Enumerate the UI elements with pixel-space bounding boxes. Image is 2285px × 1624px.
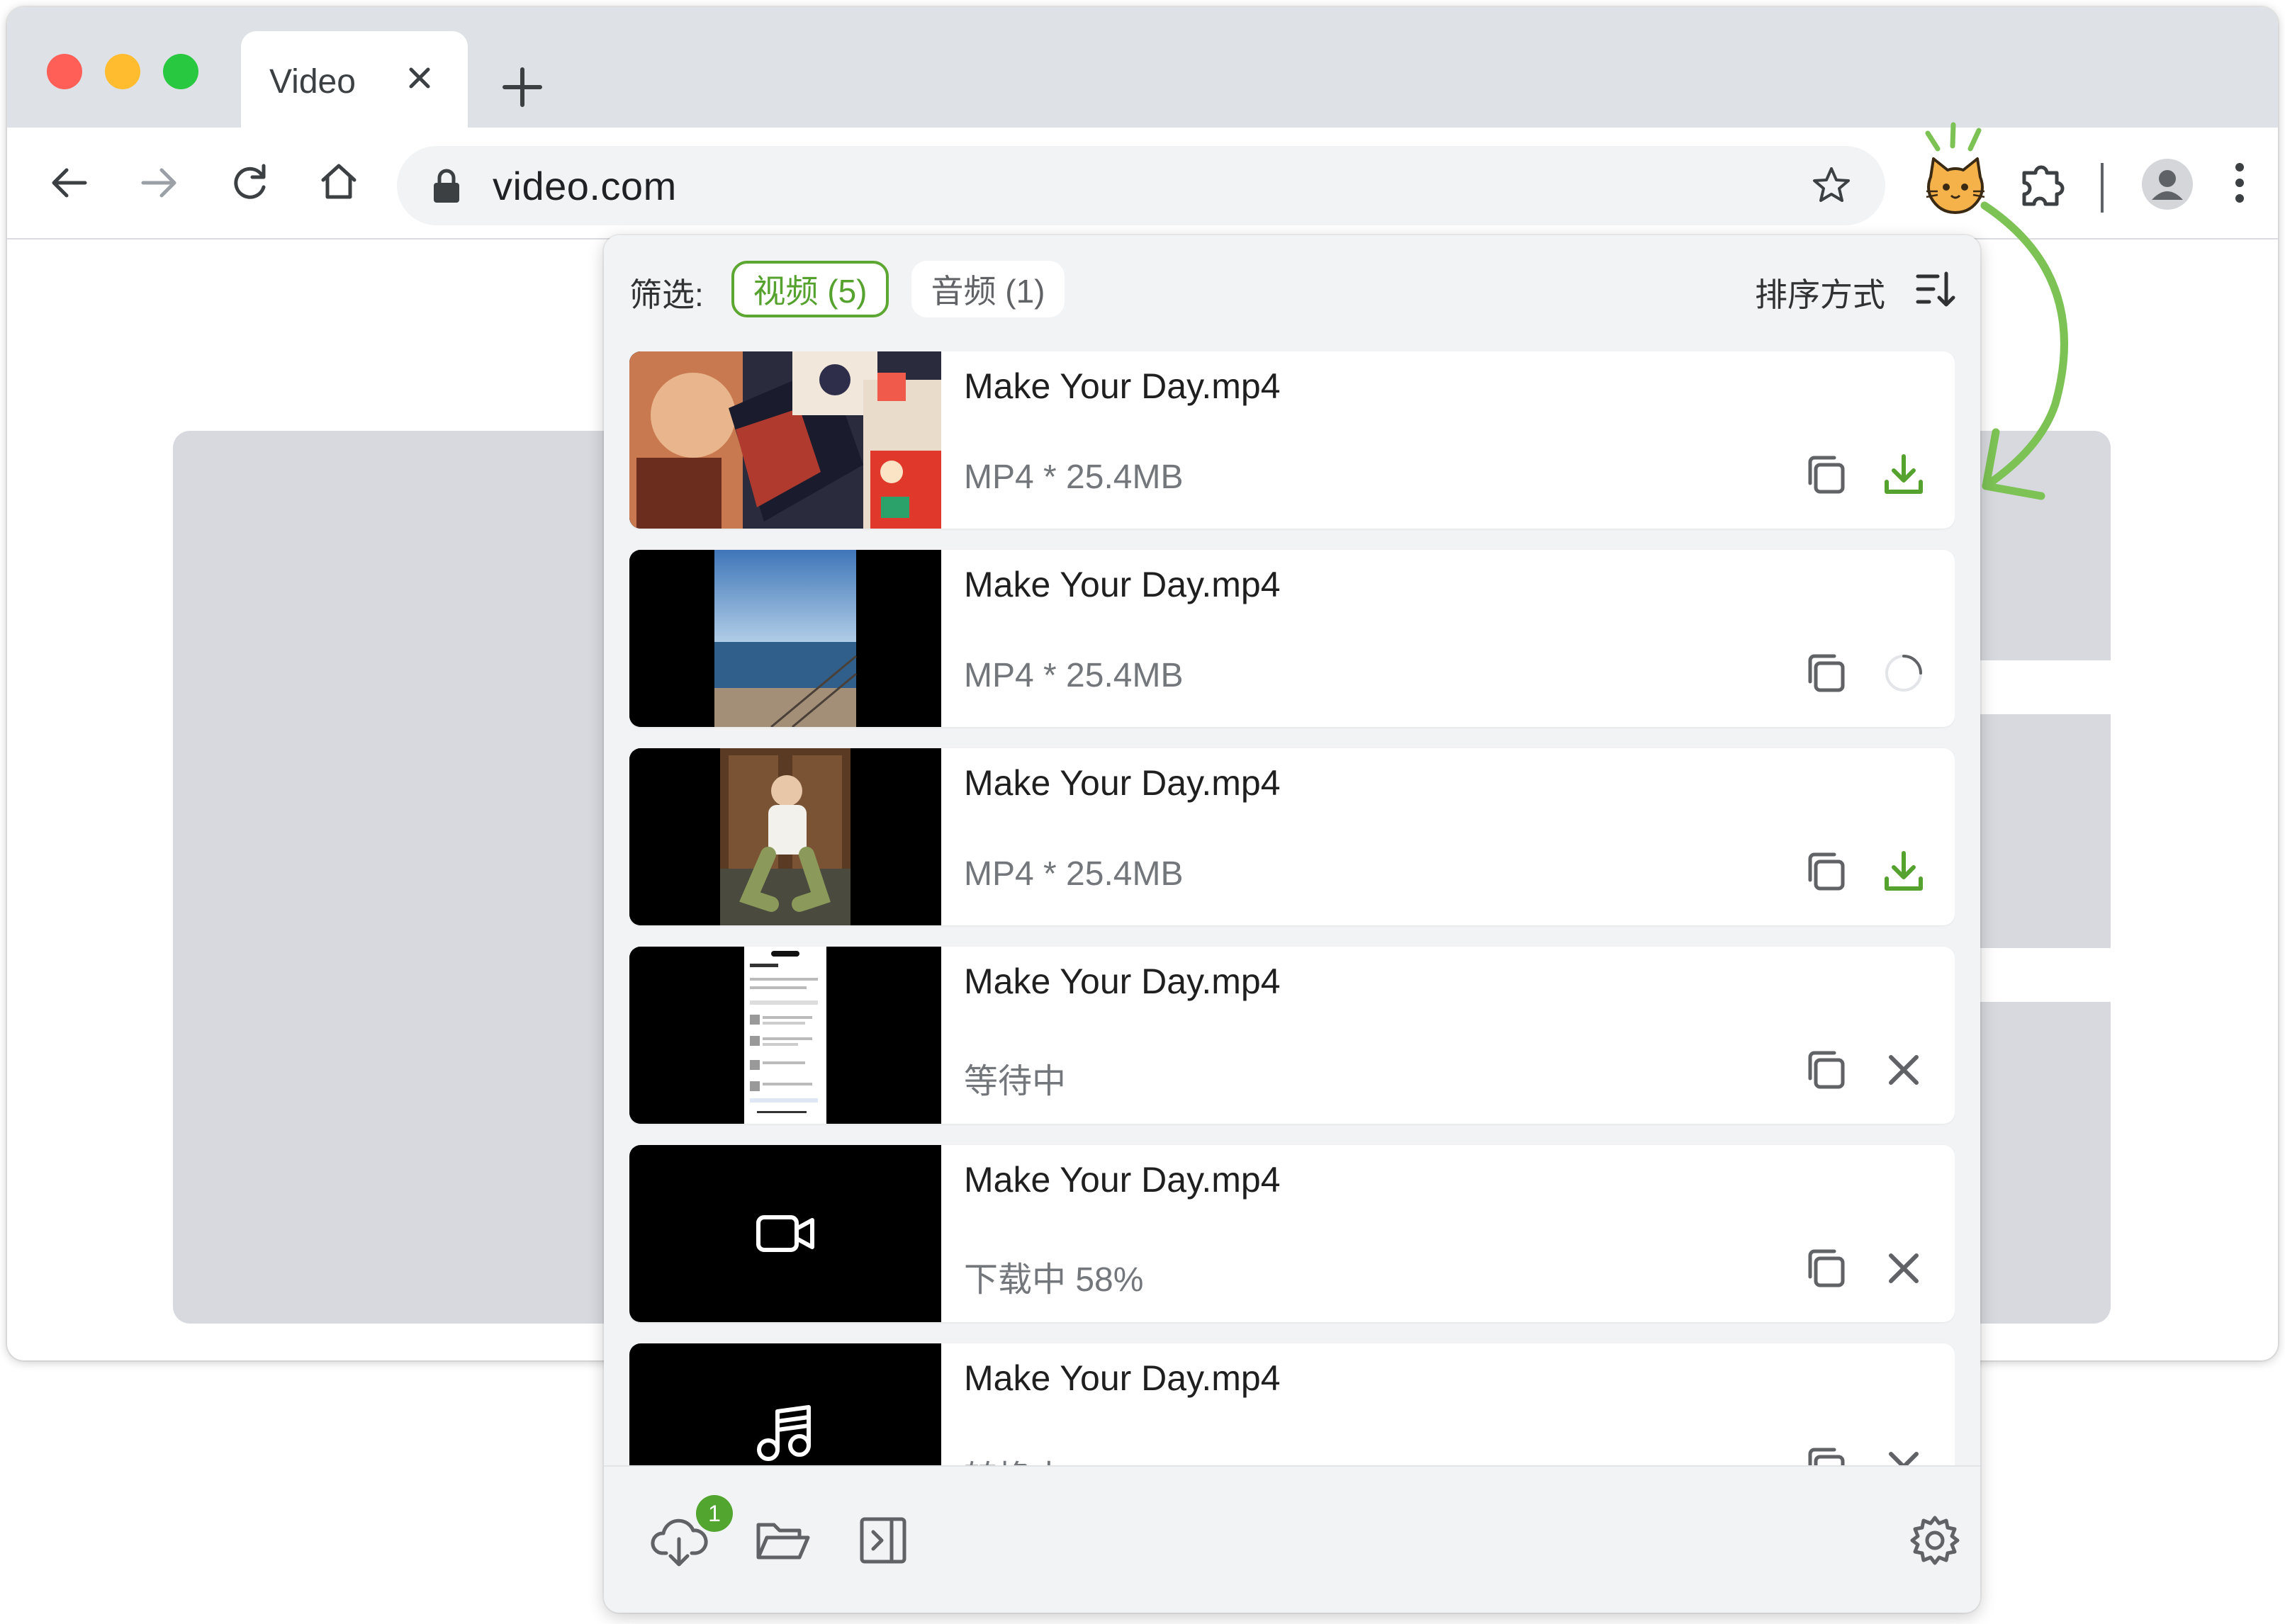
list-item: Make Your Day.mp4 MP4 * 25.4MB <box>629 550 1955 727</box>
item-title: Make Your Day.mp4 <box>964 1160 1281 1200</box>
window-minimize-button[interactable] <box>105 54 140 89</box>
copy-icon[interactable] <box>1802 649 1850 697</box>
audio-thumbnail[interactable] <box>629 1343 941 1465</box>
item-meta: MP4 * 25.4MB <box>964 855 1184 893</box>
video-camera-icon <box>754 1207 818 1260</box>
tab-title: Video <box>269 63 356 101</box>
copy-icon[interactable] <box>1802 451 1850 499</box>
tab-strip: Video <box>7 7 2278 128</box>
item-title: Make Your Day.mp4 <box>964 1358 1281 1398</box>
list-item: Make Your Day.mp4 MP4 * 25.4MB <box>629 351 1955 529</box>
window-close-button[interactable] <box>47 54 82 89</box>
folder-open-icon[interactable] <box>753 1511 812 1570</box>
list-item: Make Your Day.mp4 下载中 58% <box>629 1145 1955 1322</box>
list-item: Make Your Day.mp4 MP4 * 25.4MB <box>629 748 1955 925</box>
filter-video-chip[interactable]: 视频 (5) <box>731 261 889 317</box>
reload-icon[interactable] <box>227 160 272 205</box>
extension-popup: 筛选: 视频 (5) 音频 (1) 排序方式 Make Your Day.mp4… <box>604 235 1980 1613</box>
item-title: Make Your Day.mp4 <box>964 565 1281 604</box>
download-icon[interactable] <box>1880 451 1928 499</box>
sidebar-panel-icon[interactable] <box>853 1511 913 1570</box>
item-title: Make Your Day.mp4 <box>964 763 1281 803</box>
video-thumbnail[interactable] <box>629 550 941 727</box>
item-title: Make Your Day.mp4 <box>964 366 1281 406</box>
sort-label[interactable]: 排序方式 <box>1755 269 1885 316</box>
video-thumbnail[interactable] <box>629 1145 941 1322</box>
arrow-left-icon[interactable] <box>47 160 92 205</box>
music-note-icon <box>754 1403 818 1464</box>
user-avatar-icon[interactable] <box>2140 157 2194 211</box>
list-item: Make Your Day.mp4 等待中 <box>629 947 1955 1124</box>
item-status: 转换中 58% <box>964 1450 1143 1465</box>
url-text: video.com <box>493 164 677 208</box>
video-thumbnail[interactable] <box>629 748 941 925</box>
sort-icon[interactable] <box>1914 268 1956 310</box>
item-status: 等待中 <box>964 1063 1067 1100</box>
video-thumbnail[interactable] <box>629 351 941 529</box>
close-icon[interactable] <box>1880 1443 1928 1465</box>
arrow-right-icon[interactable] <box>136 160 181 205</box>
copy-icon[interactable] <box>1802 1443 1850 1465</box>
new-tab-icon[interactable] <box>498 62 547 112</box>
item-title: Make Your Day.mp4 <box>964 962 1281 1001</box>
copy-icon[interactable] <box>1802 847 1850 896</box>
copy-icon[interactable] <box>1802 1244 1850 1292</box>
close-tab-icon[interactable] <box>398 57 441 99</box>
settings-gear-icon[interactable] <box>1905 1511 1965 1570</box>
filter-audio-chip[interactable]: 音频 (1) <box>911 261 1065 317</box>
item-meta: MP4 * 25.4MB <box>964 657 1184 694</box>
copy-icon[interactable] <box>1802 1046 1850 1094</box>
item-status: 下载中 58% <box>964 1261 1144 1299</box>
filter-label: 筛选: <box>629 276 704 313</box>
lock-icon <box>431 169 462 204</box>
list-item: Make Your Day.mp4 转换中 58% <box>629 1343 1955 1465</box>
home-icon[interactable] <box>316 159 361 204</box>
close-icon[interactable] <box>1880 1244 1928 1292</box>
star-icon[interactable] <box>1809 163 1854 208</box>
video-thumbnail[interactable] <box>629 947 941 1124</box>
media-list: Make Your Day.mp4 MP4 * 25.4MB Make Your… <box>629 351 1955 1465</box>
window-maximize-button[interactable] <box>163 54 198 89</box>
browser-tab[interactable]: Video <box>241 31 468 128</box>
more-vertical-icon[interactable] <box>2225 160 2254 205</box>
close-icon[interactable] <box>1880 1046 1928 1094</box>
download-icon[interactable] <box>1880 847 1928 896</box>
popup-footer: 1 <box>604 1465 1980 1613</box>
address-bar[interactable]: video.com <box>397 146 1885 225</box>
item-meta: MP4 * 25.4MB <box>964 458 1184 496</box>
loading-spinner-icon <box>1880 649 1928 697</box>
downloads-badge: 1 <box>696 1495 733 1532</box>
